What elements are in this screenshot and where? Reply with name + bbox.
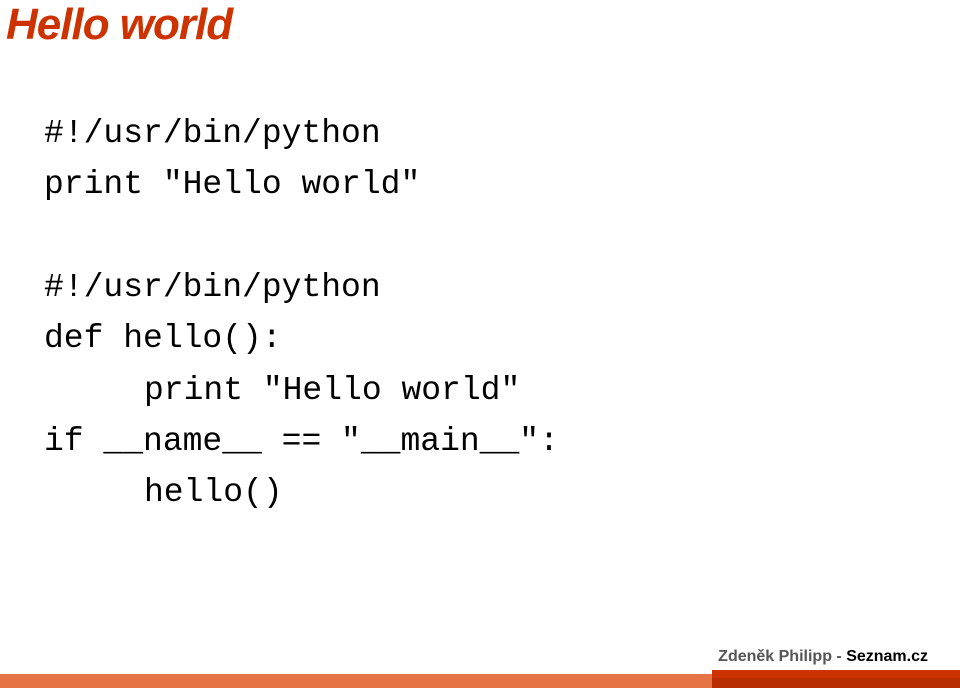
code-line: if __name__ == "__main__": [44, 416, 960, 467]
code-block-2: #!/usr/bin/python def hello(): print "He… [44, 262, 960, 518]
slide-decoration [0, 670, 960, 688]
slide-title: Hello world [0, 0, 960, 50]
deco-bar-accent-2 [712, 678, 960, 688]
deco-bar-accent [712, 670, 960, 678]
footer-credit: Zdeněk Philipp - Seznam.cz [718, 648, 928, 666]
footer-site: Seznam.cz [846, 648, 928, 665]
footer-author: Zdeněk Philipp - [718, 648, 846, 665]
code-line: #!/usr/bin/python [44, 108, 960, 159]
code-line: print "Hello world" [144, 365, 960, 416]
slide-content: #!/usr/bin/python print "Hello world" #!… [0, 50, 960, 518]
code-block-1: #!/usr/bin/python print "Hello world" [44, 108, 960, 210]
code-line: hello() [144, 467, 960, 518]
code-line: #!/usr/bin/python [44, 262, 960, 313]
code-line: def hello(): [44, 313, 960, 364]
code-line: print "Hello world" [44, 159, 960, 210]
